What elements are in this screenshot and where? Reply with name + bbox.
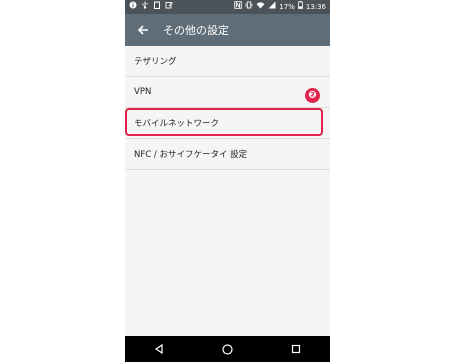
navigation-bar [125, 336, 330, 362]
step-badge: ❷ [305, 88, 320, 103]
list-item-label: VPN [134, 87, 152, 97]
home-circle-icon [222, 343, 233, 355]
clock: 13:36 [305, 3, 326, 11]
status-bar: 17% 13:36 [125, 0, 330, 14]
wifi-icon [256, 0, 265, 14]
list-item-tethering[interactable]: テザリング [125, 46, 330, 77]
signal-icon [268, 0, 276, 14]
info-icon [129, 0, 137, 14]
battery-icon [297, 0, 303, 14]
recents-square-icon [291, 344, 300, 354]
app-bar: その他の設定 [125, 14, 330, 46]
nfc-icon [234, 0, 242, 14]
back-button[interactable] [131, 14, 155, 46]
clipboard-icon [153, 0, 161, 14]
vibrate-icon [245, 0, 253, 14]
edit-icon [165, 0, 173, 14]
nav-home-button[interactable] [207, 336, 247, 362]
phone-screen: 17% 13:36 その他の設定 テザリング VPN モバイルネットワーク NF… [125, 0, 330, 362]
arrow-left-icon [137, 25, 148, 35]
list-item-vpn[interactable]: VPN [125, 77, 330, 108]
list-item-nfc[interactable]: NFC / おサイフケータイ 設定 [125, 139, 330, 170]
list-item-label: テザリング [134, 57, 177, 67]
nav-recents-button[interactable] [276, 336, 316, 362]
list-item-label: NFC / おサイフケータイ 設定 [134, 150, 248, 160]
usb-icon [141, 0, 149, 14]
battery-percent: 17% [279, 3, 295, 11]
page-title: その他の設定 [163, 24, 229, 37]
nav-back-button[interactable] [139, 336, 179, 362]
back-triangle-icon [155, 344, 163, 354]
highlight-box [125, 108, 323, 136]
